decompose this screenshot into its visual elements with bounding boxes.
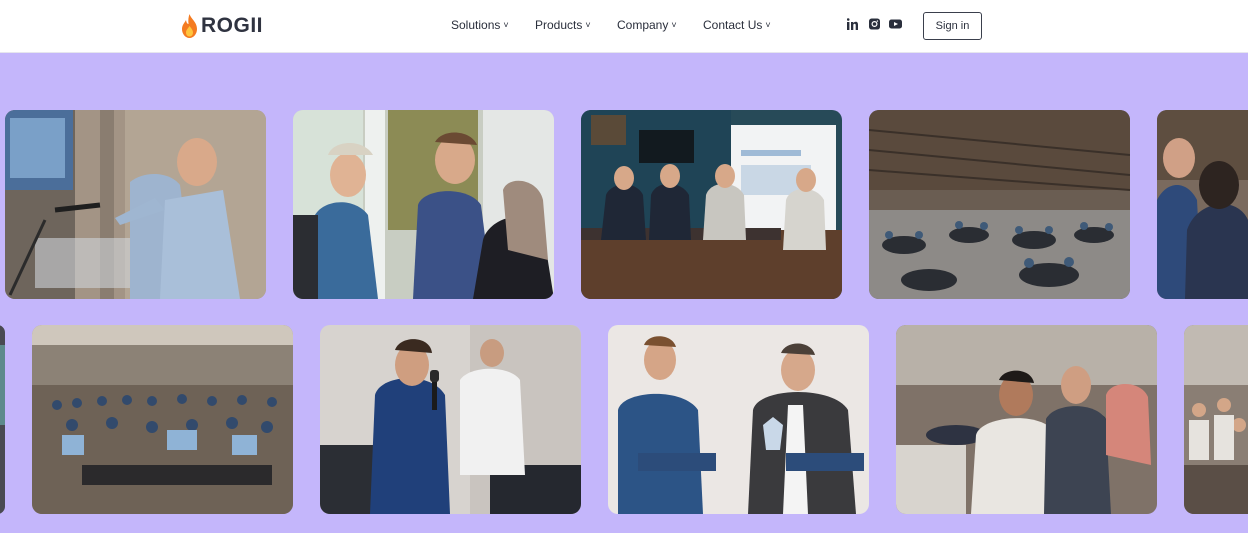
rogii-logo[interactable]: ROGII [181,14,263,38]
chevron-down-icon: ˅ [503,20,509,30]
nav-contact-us[interactable]: Contact Us ˅ [703,18,771,32]
nav-label: Contact Us [703,18,763,32]
chevron-down-icon: ˅ [585,20,591,30]
presenter-with-microphone-photo [320,325,581,514]
chevron-down-icon: ˅ [671,20,677,30]
conference-hall-photo [869,110,1130,299]
attendees-partial-photo [1157,110,1248,299]
site-header: ROGII Solutions ˅ Products ˅ Company ˅ Cont… [0,0,1248,53]
nav-solutions[interactable]: Solutions ˅ [451,18,509,32]
audience-discussion-photo [896,325,1157,514]
seated-audience-photo [32,325,293,514]
nav-company[interactable]: Company ˅ [617,18,677,32]
nav-label: Products [535,18,583,32]
event-photo-gallery [0,53,1248,533]
linkedin-icon[interactable] [847,18,858,30]
nav-products[interactable]: Products ˅ [535,18,591,32]
networking-conversation-photo [293,110,554,299]
panel-discussion-photo [581,110,842,299]
nav-label: Solutions [451,18,501,32]
flame-icon [182,14,197,38]
youtube-icon[interactable] [889,18,902,30]
instagram-icon[interactable] [869,18,880,30]
speaker-at-podium-photo [5,110,266,299]
nav-label: Company [617,18,669,32]
brand-name: ROGII [201,14,264,37]
crowd-partial-photo [1184,325,1248,514]
partial-left-photo [0,325,5,514]
sign-in-button[interactable]: Sign in [923,12,982,40]
chevron-down-icon: ˅ [765,20,771,30]
award-presentation-photo [608,325,869,514]
